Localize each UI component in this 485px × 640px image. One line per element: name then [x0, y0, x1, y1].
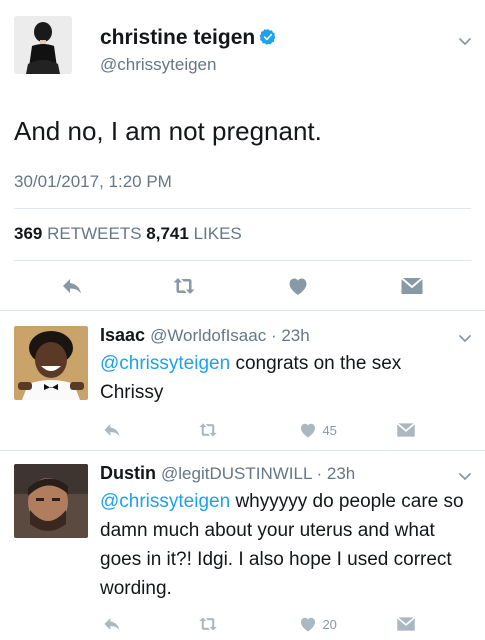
display-name-text[interactable]: christine teigen	[100, 26, 255, 49]
message-icon[interactable]	[396, 420, 416, 440]
timestamp: 30/01/2017, 1:20 PM	[14, 172, 172, 191]
mention-link[interactable]: @chrissyteigen	[100, 491, 230, 512]
retweet-icon[interactable]	[198, 614, 218, 634]
heart-icon[interactable]	[298, 614, 318, 634]
likes-count[interactable]: 8,741	[146, 224, 189, 243]
handle[interactable]: @chrissyteigen	[100, 55, 216, 75]
chevron-down-icon[interactable]	[457, 468, 473, 484]
avatar[interactable]	[14, 16, 72, 74]
reply-text: @chrissyteigen whyyyyy do people care so…	[100, 487, 475, 603]
reply-icon[interactable]	[60, 274, 84, 298]
retweets-count[interactable]: 369	[14, 224, 42, 243]
reply-handle-time[interactable]: @legitDUSTINWILL · 23h	[161, 464, 355, 483]
display-name[interactable]: christine teigen	[100, 26, 277, 50]
divider	[0, 310, 485, 311]
like-button[interactable]: 20	[298, 614, 337, 634]
message-icon[interactable]	[396, 614, 416, 634]
reply-name[interactable]: Dustin	[100, 463, 156, 483]
reply-icon[interactable]	[102, 614, 122, 634]
divider	[0, 450, 485, 451]
like-button[interactable]: 45	[298, 420, 337, 440]
retweets-label[interactable]: RETWEETS	[47, 224, 141, 243]
mention-link[interactable]: @chrissyteigen	[100, 353, 230, 374]
reply-handle-time[interactable]: @WorldofIsaac · 23h	[150, 326, 310, 345]
message-icon[interactable]	[400, 274, 424, 298]
reply-icon[interactable]	[102, 420, 122, 440]
verified-icon	[259, 29, 276, 45]
like-count: 20	[322, 617, 337, 632]
divider	[14, 260, 471, 261]
avatar[interactable]	[14, 464, 88, 538]
heart-icon[interactable]	[298, 420, 318, 440]
likes-label[interactable]: LIKES	[194, 224, 242, 243]
avatar[interactable]	[14, 326, 88, 400]
retweet-icon[interactable]	[198, 420, 218, 440]
reply-author[interactable]: Isaac @WorldofIsaac · 23h	[100, 325, 310, 346]
heart-icon[interactable]	[286, 274, 310, 298]
divider	[14, 208, 471, 209]
reply-text: @chrissyteigen congrats on the sex Chris…	[100, 349, 460, 407]
chevron-down-icon[interactable]	[457, 330, 473, 346]
chevron-down-icon[interactable]	[457, 33, 473, 49]
tweet-stats: 369 RETWEETS 8,741 LIKES	[14, 224, 242, 244]
tweet-text: And no, I am not pregnant.	[14, 116, 322, 146]
like-count: 45	[322, 423, 337, 438]
retweet-icon[interactable]	[172, 274, 196, 298]
reply-author[interactable]: Dustin @legitDUSTINWILL · 23h	[100, 463, 355, 484]
reply-name[interactable]: Isaac	[100, 325, 145, 345]
